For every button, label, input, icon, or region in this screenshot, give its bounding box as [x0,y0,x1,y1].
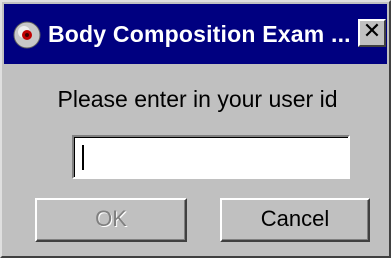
text-caret [82,145,84,170]
ok-button[interactable]: OK [35,198,187,242]
dialog-window: Body Composition Exam ... ✕ Please enter… [0,0,391,258]
cancel-button[interactable]: Cancel [220,198,370,242]
title-bar[interactable]: Body Composition Exam ... ✕ [4,4,387,64]
close-icon: ✕ [362,19,382,44]
userid-prompt: Please enter in your user id [57,86,338,112]
window-title: Body Composition Exam ... [48,21,351,47]
close-button[interactable]: ✕ [358,19,386,47]
userid-input[interactable] [72,135,350,179]
app-disc-icon [13,21,41,49]
